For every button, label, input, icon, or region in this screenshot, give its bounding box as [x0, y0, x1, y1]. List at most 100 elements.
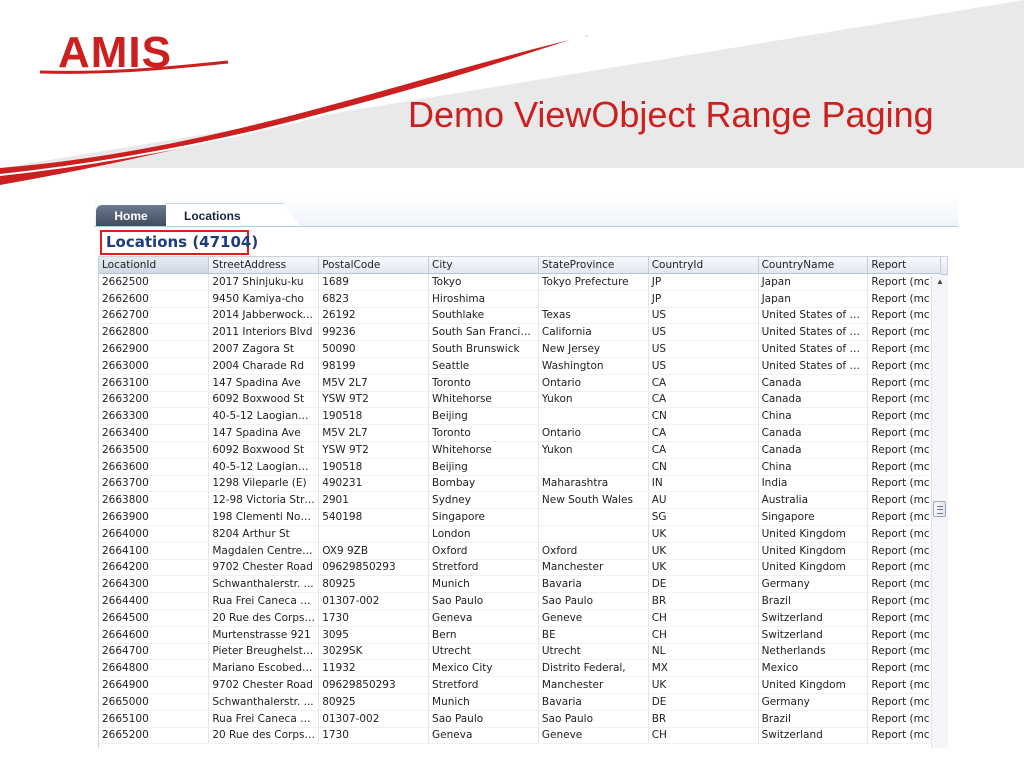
table-cell: Distrito Federal, — [538, 659, 649, 678]
table-cell: Report (mc — [867, 525, 941, 543]
table-cell — [538, 458, 649, 476]
table-cell: Report (mc — [867, 643, 941, 661]
column-header-streetaddress[interactable]: StreetAddress — [208, 257, 320, 274]
table-row[interactable]: 2663400 147 Spadina Ave M5V 2L7 Toronto Onta… — [99, 424, 941, 442]
table-cell: CN — [648, 458, 759, 476]
column-header-city[interactable]: City — [428, 257, 539, 274]
table-cell: CH — [648, 609, 759, 627]
table-cell: Sydney — [428, 491, 539, 510]
table-row[interactable]: 2664300 Schwanthalerstr. ... 80925 Munich Ba… — [99, 575, 941, 594]
column-header-countryname[interactable]: CountryName — [758, 257, 869, 274]
table-cell: 40-5-12 Laogiangg... — [208, 458, 320, 476]
table-cell — [538, 508, 649, 526]
table-row[interactable]: 2663500 6092 Boxwood St YSW 9T2 Whitehorse Y… — [99, 441, 941, 459]
table-row[interactable]: 2664100 Magdalen Centre, ... OX9 9ZB Oxford… — [99, 542, 941, 560]
table-cell: Canada — [758, 391, 869, 409]
table-cell: Yukon — [538, 441, 649, 459]
column-header-locationid[interactable]: LocationId — [99, 257, 210, 274]
table-cell — [538, 290, 649, 308]
table-row[interactable]: 2665100 Rua Frei Caneca 1... 01307-002 Sao … — [99, 710, 941, 728]
table-row[interactable]: 2664800 Mariano Escobedo ... 11932 Mexico C… — [99, 659, 941, 678]
table-cell: CA — [648, 424, 759, 442]
table-cell: Rua Frei Caneca 1... — [208, 710, 320, 728]
table-cell: Mexico — [758, 659, 869, 678]
table-row[interactable]: 2664000 8204 Arthur St London UK United King… — [99, 525, 941, 543]
table-row[interactable]: 2665200 20 Rue des Corps-... 1730 Geneva Gen… — [99, 727, 941, 745]
table-cell: 2664000 — [99, 525, 210, 543]
panel-title: Locations (47104) — [106, 233, 259, 251]
column-header-countryid[interactable]: CountryId — [648, 257, 759, 274]
table-cell: 3095 — [318, 626, 430, 644]
table-row[interactable]: 2662700 2014 Jabberwocky... 26192 Southlake… — [99, 307, 941, 325]
table-row[interactable]: 2664200 9702 Chester Road 09629850293 Stret… — [99, 559, 941, 577]
table-cell: Oxford — [538, 542, 649, 560]
table-cell: 1730 — [318, 727, 430, 745]
table-cell: 9450 Kamiya-cho — [208, 290, 320, 308]
table-cell: Report (mc — [867, 407, 941, 426]
table-row[interactable]: 2664700 Pieter Breughelstr... 3029SK Utrech… — [99, 643, 941, 661]
table-row[interactable]: 2662800 2011 Interiors Blvd 99236 South San… — [99, 323, 941, 342]
table-row[interactable]: 2663100 147 Spadina Ave M5V 2L7 Toronto Onta… — [99, 374, 941, 392]
table-cell: 09629850293 — [318, 559, 430, 577]
table-row[interactable]: 2663800 12-98 Victoria Street 2901 Sydney Ne… — [99, 491, 941, 510]
table-cell: 2663600 — [99, 458, 210, 476]
table-row[interactable]: 2663300 40-5-12 Laogiangg... 190518 Beijing… — [99, 407, 941, 426]
table-cell: 2664600 — [99, 626, 210, 644]
table-cell: 2662800 — [99, 323, 210, 342]
table-row[interactable]: 2663200 6092 Boxwood St YSW 9T2 Whitehorse Y… — [99, 391, 941, 409]
scroll-thumb[interactable] — [933, 501, 946, 517]
table-cell: US — [648, 307, 759, 325]
table-row[interactable]: 2662900 2007 Zagora St 50090 South Brunswic… — [99, 340, 941, 358]
tab-locations[interactable]: Locations — [166, 203, 302, 228]
table-cell: Report (mc — [867, 475, 941, 493]
table-cell: 147 Spadina Ave — [208, 424, 320, 442]
table-cell: Ontario — [538, 424, 649, 442]
table-cell: Canada — [758, 374, 869, 392]
table-cell: Schwanthalerstr. ... — [208, 693, 320, 711]
triangle-up-icon[interactable]: ▲ — [932, 275, 948, 289]
table-row[interactable]: 2664900 9702 Chester Road 09629850293 Stret… — [99, 676, 941, 694]
column-header-postalcode[interactable]: PostalCode — [318, 257, 430, 274]
table-cell: CN — [648, 407, 759, 426]
table-cell: Bern — [428, 626, 539, 644]
table-cell: United States of A... — [758, 357, 869, 375]
table-cell: M5V 2L7 — [318, 374, 430, 392]
table-row[interactable]: 2662600 9450 Kamiya-cho 6823 Hiroshima JP Jap… — [99, 290, 941, 308]
header-filler — [941, 257, 947, 275]
table-cell: Report (mc — [867, 727, 941, 745]
table-cell: Southlake — [428, 307, 539, 325]
table-cell: Report (mc — [867, 609, 941, 627]
table-cell: BR — [648, 592, 759, 610]
table-cell: Tokyo — [428, 273, 539, 291]
table-row[interactable]: 2663700 1298 Vileparle (E) 490231 Bombay Mah… — [99, 475, 941, 493]
table-cell: 2663300 — [99, 407, 210, 426]
table-cell: CH — [648, 626, 759, 644]
table-cell: YSW 9T2 — [318, 441, 430, 459]
table-cell: JP — [648, 290, 759, 308]
column-header-stateprovince[interactable]: StateProvince — [538, 257, 649, 274]
amis-logo: AMIS — [58, 28, 172, 77]
table-cell: Ontario — [538, 374, 649, 392]
table-row[interactable]: 2663000 2004 Charade Rd 98199 Seattle Washin… — [99, 357, 941, 375]
table-cell: United States of A... — [758, 340, 869, 358]
table-row[interactable]: 2663900 198 Clementi North 540198 Singapore… — [99, 508, 941, 526]
table-cell: DE — [648, 693, 759, 711]
table-cell: Munich — [428, 575, 539, 594]
table-cell: Beijing — [428, 458, 539, 476]
vertical-scrollbar[interactable]: ▲ — [931, 275, 948, 748]
table-cell: 98199 — [318, 357, 430, 375]
tab-home[interactable]: Home — [96, 205, 166, 227]
table-row[interactable]: 2663600 40-5-12 Laogiangg... 190518 Beijing… — [99, 458, 941, 476]
table-cell: United States of A... — [758, 323, 869, 342]
table-cell: 2664300 — [99, 575, 210, 594]
table-row[interactable]: 2664600 Murtenstrasse 921 3095 Bern BE CH Swit… — [99, 626, 941, 644]
column-header-report[interactable]: Report — [867, 257, 941, 274]
table-row[interactable]: 2662500 2017 Shinjuku-ku 1689 Tokyo Tokyo Pr… — [99, 273, 941, 291]
table-cell: DE — [648, 575, 759, 594]
table-cell: 2663700 — [99, 475, 210, 493]
table-row[interactable]: 2664400 Rua Frei Caneca 1... 01307-002 Sao … — [99, 592, 941, 610]
table-row[interactable]: 2664500 20 Rue des Corps-... 1730 Geneva Gen… — [99, 609, 941, 627]
panel-header-highlight: Locations (47104) — [100, 230, 258, 255]
table-row[interactable]: 2665000 Schwanthalerstr. ... 80925 Munich Ba… — [99, 693, 941, 711]
table-cell: US — [648, 323, 759, 342]
